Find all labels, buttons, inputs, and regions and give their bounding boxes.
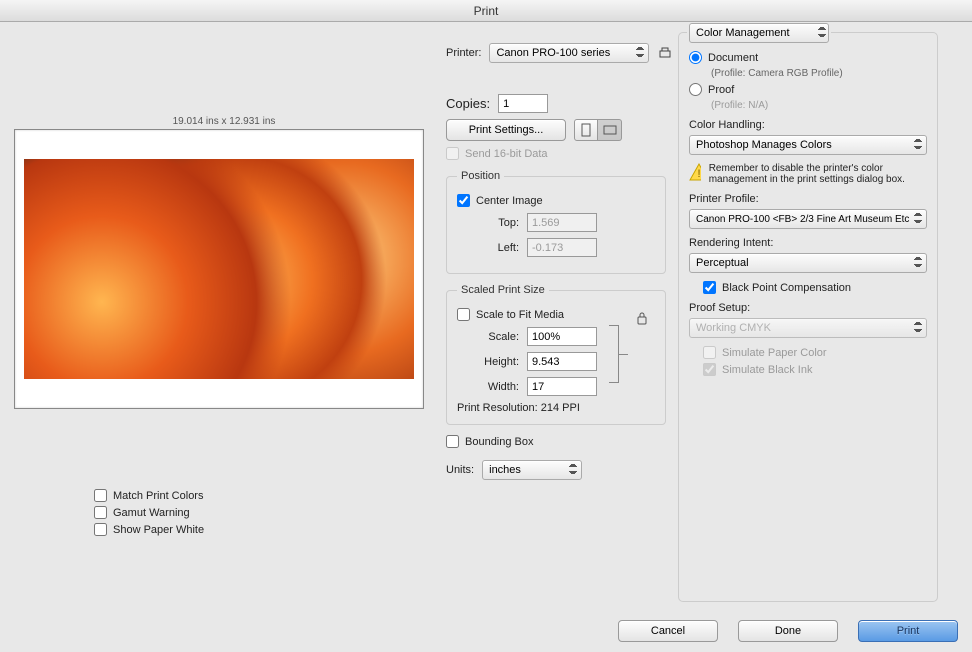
color-management-section-select[interactable]: Color Management <box>689 23 829 43</box>
scale-label: Scale: <box>457 331 519 343</box>
gamut-warning-checkbox[interactable] <box>94 506 107 519</box>
orientation-portrait-icon[interactable] <box>574 119 598 141</box>
color-handling-select[interactable]: Photoshop Manages Colors <box>689 135 927 155</box>
center-image-label: Center Image <box>476 195 543 207</box>
match-print-colors-checkbox[interactable] <box>94 489 107 502</box>
simulate-black-checkbox <box>703 363 716 376</box>
document-radio[interactable] <box>689 51 702 64</box>
print-preview <box>14 129 424 409</box>
match-print-colors-label: Match Print Colors <box>113 490 203 502</box>
proof-radio-label: Proof <box>708 84 734 96</box>
print-button[interactable]: Print <box>858 620 958 642</box>
copies-input[interactable] <box>498 94 548 113</box>
rendering-intent-label: Rendering Intent: <box>689 237 927 249</box>
scale-input[interactable] <box>527 327 597 346</box>
print-settings-button[interactable]: Print Settings... <box>446 119 566 141</box>
printer-setup-icon[interactable] <box>657 42 673 64</box>
black-point-checkbox[interactable] <box>703 281 716 294</box>
position-top-label: Top: <box>457 217 519 229</box>
proof-setup-select: Working CMYK <box>689 318 927 338</box>
height-label: Height: <box>457 356 519 368</box>
send-16bit-label: Send 16-bit Data <box>465 148 548 160</box>
printer-label: Printer: <box>446 47 481 59</box>
units-select[interactable]: inches <box>482 460 582 480</box>
simulate-black-label: Simulate Black Ink <box>722 364 812 376</box>
width-label: Width: <box>457 381 519 393</box>
scaled-print-size-fieldset: Scaled Print Size Scale to Fit Media Sca… <box>446 284 666 425</box>
copies-label: Copies: <box>446 96 490 111</box>
scale-to-fit-label: Scale to Fit Media <box>476 309 564 321</box>
show-paper-white-label: Show Paper White <box>113 524 204 536</box>
document-radio-label: Document <box>708 52 758 64</box>
position-legend: Position <box>457 170 504 182</box>
document-profile-label: (Profile: Camera RGB Profile) <box>711 68 927 79</box>
proof-radio[interactable] <box>689 83 702 96</box>
simulate-paper-checkbox <box>703 346 716 359</box>
done-button[interactable]: Done <box>738 620 838 642</box>
width-input[interactable] <box>527 377 597 396</box>
show-paper-white-checkbox[interactable] <box>94 523 107 536</box>
center-image-checkbox[interactable] <box>457 194 470 207</box>
color-handling-label: Color Handling: <box>689 119 927 131</box>
position-top-input <box>527 213 597 232</box>
printer-profile-select[interactable]: Canon PRO-100 <FB> 2/3 Fine Art Museum E… <box>689 209 927 229</box>
units-label: Units: <box>446 464 474 476</box>
scaled-legend: Scaled Print Size <box>457 284 549 296</box>
bounding-box-label: Bounding Box <box>465 436 534 448</box>
preview-dimensions-label: 19.014 ins x 12.931 ins <box>14 116 434 127</box>
rendering-intent-select[interactable]: Perceptual <box>689 253 927 273</box>
link-lock-icon[interactable] <box>636 316 648 328</box>
bounding-box-checkbox[interactable] <box>446 435 459 448</box>
print-resolution-label: Print Resolution: 214 PPI <box>457 402 655 414</box>
proof-setup-label: Proof Setup: <box>689 302 927 314</box>
window-titlebar: Print <box>0 0 972 22</box>
height-input[interactable] <box>527 352 597 371</box>
scale-to-fit-checkbox[interactable] <box>457 308 470 321</box>
preview-image <box>24 159 414 379</box>
warning-icon: ! <box>689 163 701 181</box>
send-16bit-checkbox <box>446 147 459 160</box>
svg-text:!: ! <box>697 168 700 180</box>
printer-profile-label: Printer Profile: <box>689 193 927 205</box>
black-point-label: Black Point Compensation <box>722 282 851 294</box>
position-fieldset: Position Center Image Top: Left: <box>446 170 666 274</box>
simulate-paper-label: Simulate Paper Color <box>722 347 827 359</box>
warning-text: Remember to disable the printer's color … <box>709 163 927 185</box>
printer-select[interactable]: Canon PRO-100 series <box>489 43 649 63</box>
orientation-landscape-icon[interactable] <box>598 119 622 141</box>
gamut-warning-label: Gamut Warning <box>113 507 190 519</box>
proof-profile-label: (Profile: N/A) <box>711 100 927 111</box>
link-bracket-icon <box>609 325 619 383</box>
position-left-label: Left: <box>457 242 519 254</box>
position-left-input <box>527 238 597 257</box>
cancel-button[interactable]: Cancel <box>618 620 718 642</box>
